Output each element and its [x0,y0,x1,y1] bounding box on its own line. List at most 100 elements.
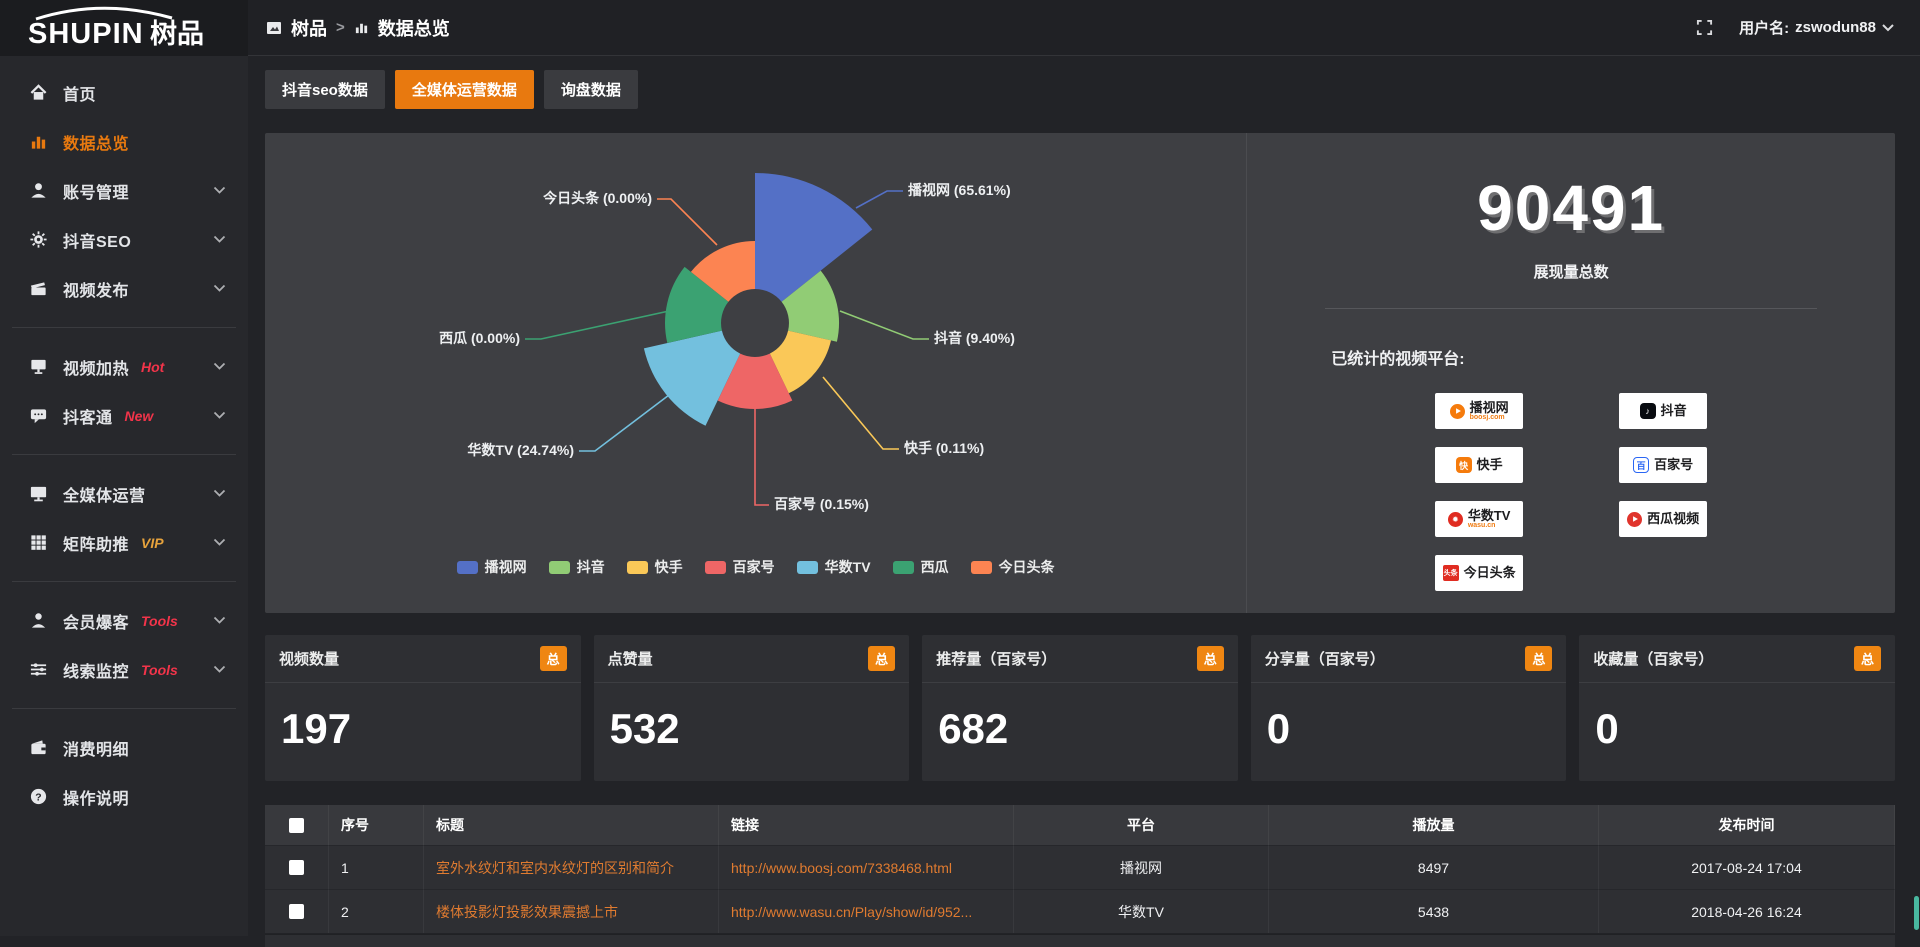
tab-0[interactable]: 抖音seo数据 [265,70,385,109]
home-icon [28,83,48,103]
column-header-5: 发布时间 [1599,805,1895,845]
legend-item-6[interactable]: 今日头条 [971,557,1055,577]
platforms-label: 已统计的视频平台: [1331,345,1895,369]
brand-logo-graphic: SHUPIN 树品 [22,6,217,50]
column-header-2: 链接 [719,805,1014,845]
sidebar-item-7[interactable]: 抖客通New [0,391,248,440]
platform-logo-icon: 快 [1456,457,1472,473]
legend-item-1[interactable]: 抖音 [549,557,605,577]
stat-card-title: 收藏量（百家号） [1593,648,1713,669]
data-icon [28,132,48,152]
brand-logo[interactable]: SHUPIN 树品 [0,0,248,56]
chevron-down-icon [213,280,226,298]
grid-icon [28,533,48,553]
stat-card-total-badge[interactable]: 总 [1854,646,1881,671]
sidebar-item-label: 消费明细 [63,736,129,760]
scrollbar[interactable] [1914,56,1919,936]
breadcrumb-root[interactable]: 树品 [291,15,327,41]
legend-label: 播视网 [485,557,527,577]
sidebar-item-9[interactable]: 全媒体运营 [0,469,248,518]
label-leader-line [579,395,669,451]
legend-label: 今日头条 [999,557,1055,577]
cell-link[interactable]: http://www.wasu.cn/Play/show/id/952... [719,889,1014,933]
user-menu[interactable]: 用户名: zswodun88 [1739,17,1894,38]
platform-badge[interactable]: 百百家号 [1619,447,1707,483]
legend-item-5[interactable]: 西瓜 [893,557,949,577]
sidebar-item-0[interactable]: 首页 [0,68,248,117]
chevron-down-icon [213,182,226,200]
platform-badge[interactable]: 头条今日头条 [1435,555,1523,591]
select-all-checkbox[interactable] [289,818,304,833]
sidebar-item-label: 全媒体运营 [63,482,146,506]
sidebar-item-2[interactable]: 账号管理 [0,166,248,215]
sidebar-item-13[interactable]: 线索监控Tools [0,645,248,694]
breadcrumb-separator: > [336,19,345,36]
platform-badge[interactable]: 西瓜视频 [1619,501,1707,537]
platform-badge[interactable]: 快快手 [1435,447,1523,483]
legend-label: 抖音 [577,557,605,577]
table-body: 1室外水纹灯和室内水纹灯的区别和简介http://www.boosj.com/7… [265,845,1895,933]
cell-title[interactable]: 室外水纹灯和室内水纹灯的区别和简介 [424,845,719,889]
legend-label: 百家号 [733,557,775,577]
tab-1[interactable]: 全媒体运营数据 [395,70,534,109]
sidebar-item-16[interactable]: ?操作说明 [0,772,248,821]
cell-link[interactable]: http://www.boosj.com/7338468.html [719,845,1014,889]
sidebar-item-tag: VIP [141,535,164,551]
stat-card-total-badge[interactable]: 总 [868,646,895,671]
chevron-down-icon [213,612,226,630]
stat-card-total-badge[interactable]: 总 [1197,646,1224,671]
platform-logo-icon [1450,404,1465,419]
breadcrumb-current[interactable]: 数据总览 [378,15,450,41]
cell-title[interactable]: 楼体投影灯投影效果震撼上市 [424,889,719,933]
pie-label-3: 百家号 (0.15%) [774,496,869,512]
total-impressions-value: 90491 [1247,171,1895,245]
row-checkbox[interactable] [289,904,304,919]
topbar: 树品 > 数据总览 用户名: zswodun88 [248,0,1920,56]
stat-card-value: 0 [1579,683,1895,753]
scrollbar-thumb[interactable] [1914,896,1919,930]
legend-item-4[interactable]: 华数TV [797,557,871,577]
pie-slice-4[interactable] [644,331,740,426]
stat-card-0: 视频数量总197 [265,635,581,781]
sidebar-item-12[interactable]: 会员爆客Tools [0,596,248,645]
breadcrumb: 树品 > 数据总览 [266,15,450,41]
help-icon: ? [28,787,48,807]
platform-badge[interactable]: ♪抖音 [1619,393,1707,429]
fullscreen-icon[interactable] [1696,19,1713,36]
tab-2[interactable]: 询盘数据 [544,70,638,109]
sidebar-item-4[interactable]: 视频发布 [0,264,248,313]
screen-icon [28,357,48,377]
platform-badge[interactable]: 播视网boosj.com [1435,393,1523,429]
row-checkbox[interactable] [289,860,304,875]
sidebar-item-label: 账号管理 [63,179,129,203]
sidebar-item-1[interactable]: 数据总览 [0,117,248,166]
stat-card-total-badge[interactable]: 总 [1525,646,1552,671]
rose-chart[interactable]: 播视网 (65.61%)抖音 (9.40%)快手 (0.11%)百家号 (0.1… [265,133,1246,577]
pie-label-4: 华数TV (24.74%) [467,442,574,458]
legend-item-2[interactable]: 快手 [627,557,683,577]
sidebar-item-6[interactable]: 视频加热Hot [0,342,248,391]
sidebar-item-15[interactable]: 消费明细 [0,723,248,772]
legend-item-3[interactable]: 百家号 [705,557,775,577]
legend-item-0[interactable]: 播视网 [457,557,527,577]
sidebar-item-10[interactable]: 矩阵助推VIP [0,518,248,567]
pie-label-5: 西瓜 (0.00%) [439,330,520,346]
platform-subtext: wasu.cn [1468,522,1511,529]
sidebar-item-label: 数据总览 [63,130,129,154]
cell-time: 2018-04-26 16:24 [1599,889,1895,933]
chevron-down-icon [213,661,226,679]
platform-name: 西瓜视频 [1647,512,1699,526]
stat-card-value: 682 [922,683,1238,753]
stat-card-4: 收藏量（百家号） 总 0 [1579,635,1895,781]
label-leader-line [840,311,929,339]
chevron-down-icon [1882,24,1894,32]
sidebar-menu: 首页数据总览账号管理抖音SEO视频发布视频加热Hot抖客通New 全媒体运营矩阵助… [0,56,248,821]
platform-badge[interactable]: ✹华数TVwasu.cn [1435,501,1523,537]
stat-card-total-badge[interactable]: 总 [540,646,567,671]
legend-label: 华数TV [825,557,871,577]
cell-platform: 华数TV [1014,889,1269,933]
stat-card-value: 0 [1251,683,1567,753]
sidebar-divider [12,327,236,328]
sidebar-item-3[interactable]: 抖音SEO [0,215,248,264]
table-header: 序号标题链接平台播放量发布时间 [265,805,1895,845]
